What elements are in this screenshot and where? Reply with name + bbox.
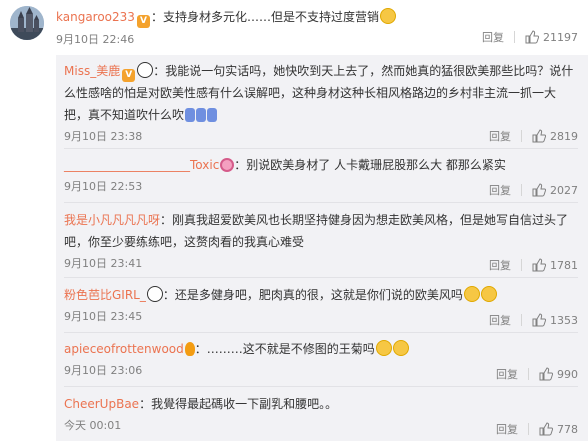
- action-divider: [514, 31, 515, 43]
- reply-button[interactable]: 回复: [496, 366, 518, 382]
- reply-username[interactable]: CheerUpBae: [64, 397, 139, 411]
- castle-avatar-image: [10, 6, 44, 40]
- laugh-emoji-icon: [463, 286, 480, 302]
- reply-button[interactable]: 回复: [489, 312, 511, 328]
- candle-emoji-icon: [185, 108, 196, 122]
- like-count: 2819: [550, 129, 578, 143]
- reply-body: ：………这不就是不修图的王菊吗: [194, 342, 375, 356]
- reply-username[interactable]: apieceofrottenwood: [64, 342, 184, 356]
- laugh-emoji-icon: [379, 8, 396, 24]
- reply-actions: 回复 2027: [489, 182, 578, 198]
- main-comment-separator: ：: [150, 10, 163, 24]
- thumbs-up-icon[interactable]: [525, 30, 539, 44]
- action-divider: [528, 423, 529, 435]
- reply-button[interactable]: 回复: [489, 257, 511, 273]
- main-comment-body: 支持身材多元化……但是不支持过度营销: [162, 10, 379, 24]
- reply-actions: 回复 2819: [489, 128, 578, 144]
- action-divider: [521, 314, 522, 326]
- reply-body: ：还是多健身吧，肥肉真的很，这就是你们说的欧美风吗: [162, 288, 463, 302]
- thumbs-up-icon[interactable]: [532, 313, 546, 327]
- like-count: 990: [557, 367, 578, 381]
- reply-text: 我是小凡凡凡凡呀：刚真我超爱欧美风也长期坚持健身因为想走欧美风格，但是她写自信过…: [64, 205, 578, 253]
- thumbs-up-icon[interactable]: [539, 422, 553, 436]
- panda-emoji-icon: [146, 286, 163, 302]
- action-divider: [521, 184, 522, 196]
- like-count: 2027: [550, 183, 578, 197]
- donut-emoji-icon: [220, 158, 235, 172]
- panda-emoji-icon: [137, 62, 154, 78]
- main-comment-username[interactable]: kangaroo233: [56, 10, 135, 24]
- candle-emoji-icon: [207, 108, 218, 122]
- balloon-emoji-icon: [184, 342, 195, 356]
- reply-text: _____________________Toxic ：别说欧美身材了 人卡戴珊屁…: [64, 150, 578, 176]
- main-comment-text: kangaroo233 V ：支持身材多元化……但是不支持过度营销: [56, 8, 396, 28]
- reply-item: Miss_美鹿 V ：我能说一句实话吗，她快吹到天上去了，然而她真的猛很欧美那些比吗…: [64, 56, 578, 149]
- thumbs-up-icon[interactable]: [532, 258, 546, 272]
- vip-badge-icon: V: [136, 15, 150, 28]
- reply-actions: 回复 778: [496, 421, 578, 437]
- reply-text: apieceofrottenwood ：………这不就是不修图的王菊吗: [64, 334, 578, 360]
- thumbs-up-icon[interactable]: [532, 129, 546, 143]
- main-comment-time: 9月10日 22:46: [56, 33, 135, 46]
- laugh-emoji-icon: [375, 340, 392, 356]
- reply-username[interactable]: _____________________Toxic: [64, 158, 219, 172]
- action-divider: [521, 259, 522, 271]
- reply-item: apieceofrottenwood ：………这不就是不修图的王菊吗 9月10日 …: [64, 334, 578, 387]
- reply-button[interactable]: 回复: [496, 421, 518, 437]
- laugh-emoji-icon: [392, 340, 409, 356]
- reply-item: _____________________Toxic ：别说欧美身材了 人卡戴珊屁…: [64, 150, 578, 203]
- reply-actions: 回复 1353: [489, 312, 578, 328]
- like-count: 1781: [550, 258, 578, 272]
- like-count: 21197: [543, 30, 578, 44]
- action-divider: [521, 130, 522, 142]
- action-divider: [528, 368, 529, 380]
- reply-text: Miss_美鹿 V ：我能说一句实话吗，她快吹到天上去了，然而她真的猛很欧美那些比吗…: [64, 56, 578, 126]
- reply-actions: 回复 990: [496, 366, 578, 382]
- reply-username[interactable]: Miss_美鹿: [64, 64, 120, 78]
- reply-button[interactable]: 回复: [482, 29, 504, 45]
- vip-badge-icon: V: [122, 69, 136, 82]
- reply-text: 粉色芭比GIRL_ ：还是多健身吧，肥肉真的很，这就是你们说的欧美风吗: [64, 280, 578, 306]
- reply-button[interactable]: 回复: [489, 128, 511, 144]
- reply-button[interactable]: 回复: [489, 182, 511, 198]
- avatar[interactable]: [10, 6, 44, 40]
- main-comment-actions: 回复 21197: [482, 29, 578, 45]
- reply-item: 粉色芭比GIRL_ ：还是多健身吧，肥肉真的很，这就是你们说的欧美风吗 9月10日…: [64, 280, 578, 333]
- candle-emoji-icon: [196, 108, 207, 122]
- reply-actions: 回复 1781: [489, 257, 578, 273]
- reply-body: ：我覺得最起碼收一下副乳和腰吧。。: [139, 397, 338, 411]
- reply-username[interactable]: 粉色芭比GIRL_: [64, 288, 146, 302]
- like-count: 778: [557, 422, 578, 436]
- main-comment: kangaroo233 V ：支持身材多元化……但是不支持过度营销 9月10日 22…: [0, 0, 588, 54]
- reply-text: CheerUpBae：我覺得最起碼收一下副乳和腰吧。。: [64, 389, 578, 415]
- reply-item: 我是小凡凡凡凡呀：刚真我超爱欧美风也长期坚持健身因为想走欧美风格，但是她写自信过…: [64, 205, 578, 278]
- like-count: 1353: [550, 313, 578, 327]
- thumbs-up-icon[interactable]: [539, 367, 553, 381]
- reply-body: ：别说欧美身材了 人卡戴珊屁股那么大 都那么紧实: [234, 158, 506, 172]
- laugh-emoji-icon: [480, 286, 497, 302]
- thumbs-up-icon[interactable]: [532, 183, 546, 197]
- reply-item: CheerUpBae：我覺得最起碼收一下副乳和腰吧。。 今天 00:01 回复 …: [64, 389, 578, 441]
- reply-username[interactable]: 我是小凡凡凡凡呀: [64, 213, 160, 227]
